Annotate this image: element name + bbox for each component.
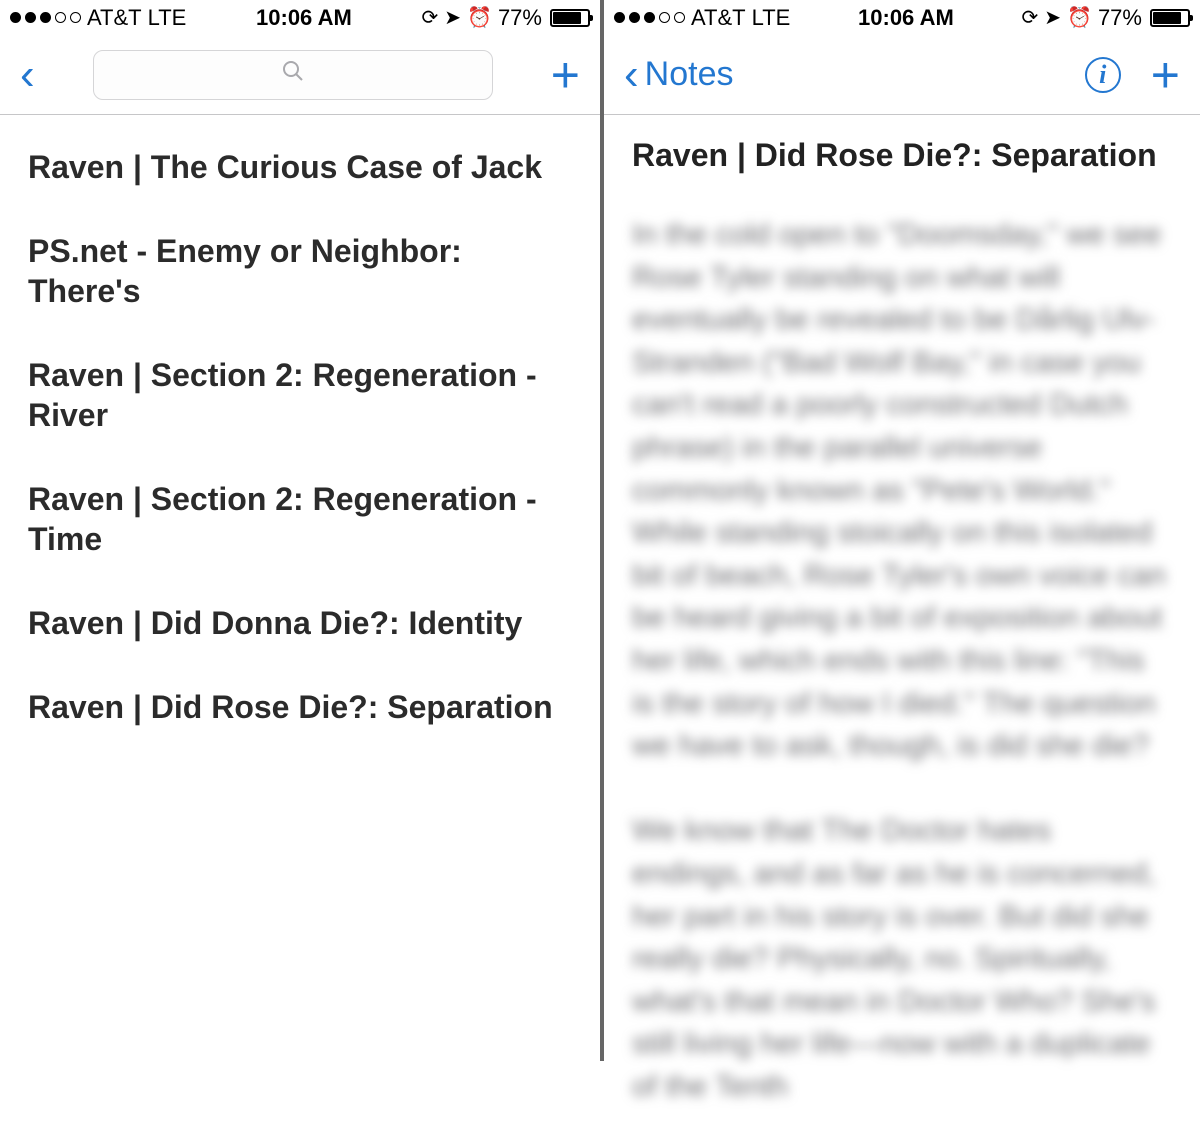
chevron-left-icon: ‹: [624, 53, 639, 97]
alarm-icon: ⏰: [1067, 5, 1092, 30]
back-button[interactable]: ‹: [20, 53, 35, 97]
network-label: LTE: [148, 5, 187, 31]
note-title: Raven | Did Rose Die?: Separation: [632, 137, 1172, 174]
list-item[interactable]: Raven | Section 2: Regeneration - Time: [0, 457, 600, 581]
signal-strength-icon: [614, 12, 685, 23]
back-button[interactable]: ‹ Notes: [624, 53, 733, 97]
location-icon: ➤: [1044, 5, 1061, 30]
battery-percent: 77%: [498, 5, 542, 31]
orientation-lock-icon: ⟳: [1022, 5, 1039, 30]
notes-list-screen: AT&T LTE 10:06 AM ⟳ ➤ ⏰ 77% ‹ + Raven | …: [0, 0, 600, 1061]
battery-icon: [550, 9, 590, 27]
note-body: In the cold open to "Doomsday," we see R…: [632, 214, 1172, 1108]
back-label: Notes: [645, 55, 734, 94]
status-bar: AT&T LTE 10:06 AM ⟳ ➤ ⏰ 77%: [0, 0, 600, 35]
note-detail-screen: AT&T LTE 10:06 AM ⟳ ➤ ⏰ 77% ‹ Notes i + …: [600, 0, 1200, 1061]
orientation-lock-icon: ⟳: [422, 5, 439, 30]
list-item[interactable]: Raven | The Curious Case of Jack: [0, 125, 600, 209]
note-content[interactable]: Raven | Did Rose Die?: Separation In the…: [604, 115, 1200, 1130]
status-right: ⟳ ➤ ⏰ 77%: [1022, 5, 1190, 31]
clock: 10:06 AM: [256, 5, 352, 31]
network-label: LTE: [752, 5, 791, 31]
new-note-button[interactable]: +: [1151, 50, 1180, 100]
battery-icon: [1150, 9, 1190, 27]
status-left: AT&T LTE: [10, 5, 186, 31]
info-button[interactable]: i: [1085, 57, 1121, 93]
carrier-label: AT&T: [691, 5, 746, 31]
search-input[interactable]: [93, 50, 493, 100]
list-item[interactable]: Raven | Did Rose Die?: Separation: [0, 665, 600, 749]
carrier-label: AT&T: [87, 5, 142, 31]
status-left: AT&T LTE: [614, 5, 790, 31]
navbar: ‹ +: [0, 35, 600, 115]
status-right: ⟳ ➤ ⏰ 77%: [422, 5, 590, 31]
clock: 10:06 AM: [858, 5, 954, 31]
navbar: ‹ Notes i +: [604, 35, 1200, 115]
new-note-button[interactable]: +: [551, 50, 580, 100]
signal-strength-icon: [10, 12, 81, 23]
list-item[interactable]: Raven | Did Donna Die?: Identity: [0, 581, 600, 665]
chevron-left-icon: ‹: [20, 53, 35, 97]
note-list: Raven | The Curious Case of Jack PS.net …: [0, 115, 600, 759]
list-item[interactable]: Raven | Section 2: Regeneration - River: [0, 333, 600, 457]
status-bar: AT&T LTE 10:06 AM ⟳ ➤ ⏰ 77%: [604, 0, 1200, 35]
alarm-icon: ⏰: [467, 5, 492, 30]
battery-percent: 77%: [1098, 5, 1142, 31]
list-item[interactable]: PS.net - Enemy or Neighbor: There's: [0, 209, 600, 333]
location-icon: ➤: [444, 5, 461, 30]
search-icon: [281, 59, 305, 90]
